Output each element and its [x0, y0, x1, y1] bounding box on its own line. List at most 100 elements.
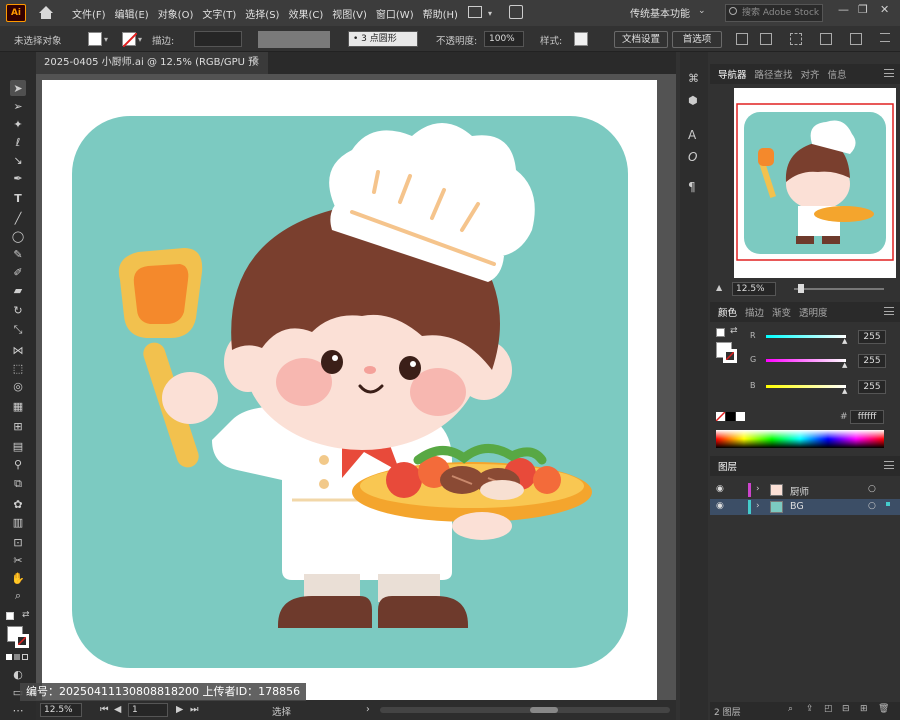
menu-select[interactable]: 选择(S)	[245, 6, 279, 21]
tab-close-icon[interactable]: ✕	[252, 52, 260, 74]
line-tool-icon[interactable]: ╱	[10, 210, 26, 226]
document-settings-button[interactable]: 文档设置	[614, 31, 668, 48]
artboard-tool-icon[interactable]: ⊡	[10, 534, 26, 550]
magic-wand-tool-icon[interactable]: ✦	[10, 116, 26, 132]
stroke-weight-field[interactable]	[194, 31, 242, 47]
zoom-level-field[interactable]: 12.5%	[40, 703, 82, 717]
color-mode-buttons[interactable]	[6, 654, 30, 662]
artboard-number-field[interactable]: 1	[128, 703, 168, 717]
color-swap-icon[interactable]: ⇄	[730, 326, 738, 336]
libraries-icon[interactable]: ⌘	[688, 72, 699, 85]
paragraph-icon[interactable]: ¶	[688, 180, 696, 194]
white-swatch[interactable]	[736, 412, 745, 421]
perspective-grid-tool-icon[interactable]: ▦	[10, 398, 26, 414]
restore-icon[interactable]: ❐	[858, 3, 868, 16]
hex-field[interactable]: ffffff	[850, 410, 884, 424]
tab-layers[interactable]: 图层	[718, 459, 737, 473]
clipping-mask-icon[interactable]: ◰	[824, 704, 833, 714]
green-value-field[interactable]: 255	[858, 354, 886, 368]
red-slider-handle[interactable]: ▲	[842, 337, 847, 345]
first-artboard-icon[interactable]: ⏮	[100, 704, 109, 715]
tab-gradient[interactable]: 渐变	[772, 305, 791, 319]
last-artboard-icon[interactable]: ⏭	[190, 704, 199, 715]
color-default-icon[interactable]	[716, 328, 725, 337]
app-logo[interactable]: Ai	[6, 4, 26, 22]
none-swatch[interactable]	[716, 412, 725, 421]
red-slider[interactable]	[766, 335, 846, 338]
brush-definition[interactable]: • 3 点圆形	[348, 31, 418, 47]
minimize-icon[interactable]: —	[838, 3, 849, 16]
document-tab[interactable]: 2025-0405 小厨师.ai @ 12.5% (RGB/GPU 预览) ✕	[36, 52, 268, 90]
home-icon[interactable]	[38, 6, 54, 20]
blend-tool-icon[interactable]: ⧉	[10, 476, 26, 492]
width-tool-icon[interactable]: ⋈	[10, 342, 26, 358]
blue-value-field[interactable]: 255	[858, 380, 886, 394]
align-icon[interactable]	[736, 33, 748, 45]
3d-icon[interactable]: ⬢	[688, 94, 698, 107]
stroke-chevron-icon[interactable]: ▾	[138, 35, 142, 44]
layer-row-bg[interactable]: ◉ › BG ○	[710, 499, 900, 515]
stroke-swatch[interactable]	[122, 32, 137, 47]
menu-object[interactable]: 对象(O)	[158, 6, 194, 21]
transform-icon[interactable]	[760, 33, 772, 45]
tab-info[interactable]: 信息	[828, 67, 847, 81]
selection-indicator[interactable]	[886, 502, 890, 506]
layer-name[interactable]: BG	[790, 501, 804, 512]
anchor-point-tool-icon[interactable]: ↘	[10, 152, 26, 168]
symbol-sprayer-tool-icon[interactable]: ✿	[10, 496, 26, 512]
blue-slider[interactable]	[766, 385, 846, 388]
expand-chevron-icon[interactable]: ›	[756, 484, 760, 494]
control-menu-icon[interactable]	[880, 33, 890, 42]
color-stroke-box[interactable]	[723, 349, 737, 363]
paintbrush-tool-icon[interactable]: ✎	[10, 246, 26, 262]
new-sublayer-icon[interactable]: ⊟	[842, 704, 850, 714]
menu-view[interactable]: 视图(V)	[332, 6, 367, 21]
tab-color[interactable]: 颜色	[718, 305, 737, 319]
blob-brush-tool-icon[interactable]: ✐	[10, 264, 26, 280]
expand-chevron-icon[interactable]: ›	[756, 501, 760, 511]
arrange-documents-icon[interactable]	[468, 6, 482, 18]
scrollbar-thumb[interactable]	[530, 707, 558, 713]
type-tool-icon[interactable]: T	[10, 190, 26, 206]
eyedropper-tool-icon[interactable]: ⚲	[10, 456, 26, 472]
tab-transparency[interactable]: 透明度	[799, 305, 828, 319]
column-graph-tool-icon[interactable]: ▥	[10, 514, 26, 530]
stock-search-input[interactable]: 搜索 Adobe Stock	[725, 4, 823, 22]
locate-object-icon[interactable]: ⌕	[788, 704, 793, 714]
edit-toolbar-icon[interactable]: ⋯	[10, 702, 26, 718]
chevron-down-icon[interactable]: ▾	[488, 9, 492, 18]
stroke-color-box[interactable]	[15, 634, 29, 648]
direct-selection-tool-icon[interactable]: ➢	[10, 98, 26, 114]
new-layer-icon[interactable]: ⊞	[860, 704, 868, 714]
fill-chevron-icon[interactable]: ▾	[104, 35, 108, 44]
menu-file[interactable]: 文件(F)	[72, 6, 106, 21]
workspace-chevron-icon[interactable]: ⌄	[698, 6, 706, 16]
isolate-icon[interactable]	[790, 33, 802, 45]
character-icon[interactable]: A	[688, 128, 696, 142]
horizontal-scrollbar[interactable]	[380, 707, 670, 713]
hand-tool-icon[interactable]: ✋	[10, 570, 26, 586]
swap-colors-icon[interactable]: ⇄	[22, 610, 30, 620]
tab-align[interactable]: 对齐	[801, 67, 820, 81]
mesh-tool-icon[interactable]: ⊞	[10, 418, 26, 434]
artboard[interactable]	[42, 80, 657, 700]
tab-stroke[interactable]: 描边	[745, 305, 764, 319]
arrange-icon[interactable]	[820, 33, 832, 45]
drawing-mode-icon[interactable]: ◐	[10, 666, 26, 682]
current-tool-status[interactable]: 选择	[272, 704, 291, 718]
gradient-mode-icon[interactable]	[14, 654, 20, 660]
layers-menu-icon[interactable]	[884, 461, 894, 469]
canvas-area[interactable]	[36, 74, 676, 700]
scale-tool-icon[interactable]: ⤡	[10, 322, 26, 338]
slice-tool-icon[interactable]: ✂	[10, 552, 26, 568]
eraser-tool-icon[interactable]: ▰	[10, 282, 26, 298]
default-colors-icon[interactable]	[6, 612, 14, 620]
fill-swatch[interactable]	[88, 32, 102, 46]
menu-type[interactable]: 文字(T)	[202, 6, 236, 21]
free-transform-tool-icon[interactable]: ⬚	[10, 360, 26, 376]
color-mode-icon[interactable]	[6, 654, 12, 660]
layer-name[interactable]: 厨师	[790, 484, 809, 498]
blue-slider-handle[interactable]: ▲	[842, 387, 847, 395]
tab-navigator[interactable]: 导航器	[718, 67, 747, 81]
opentype-icon[interactable]: O	[688, 150, 697, 164]
